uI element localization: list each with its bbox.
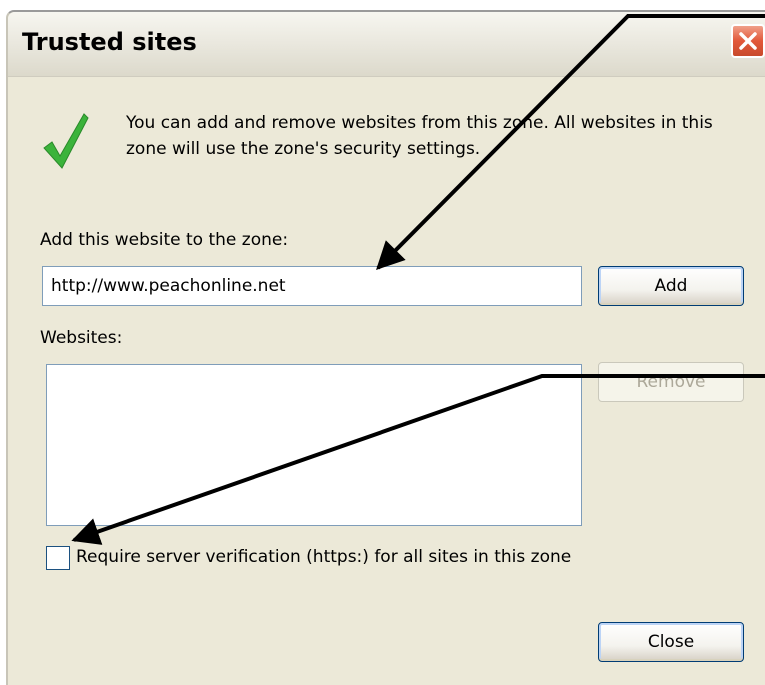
callout-arrow-url xyxy=(376,14,765,270)
callout-arrows xyxy=(71,14,765,545)
callout-arrow-checkbox xyxy=(71,374,765,545)
